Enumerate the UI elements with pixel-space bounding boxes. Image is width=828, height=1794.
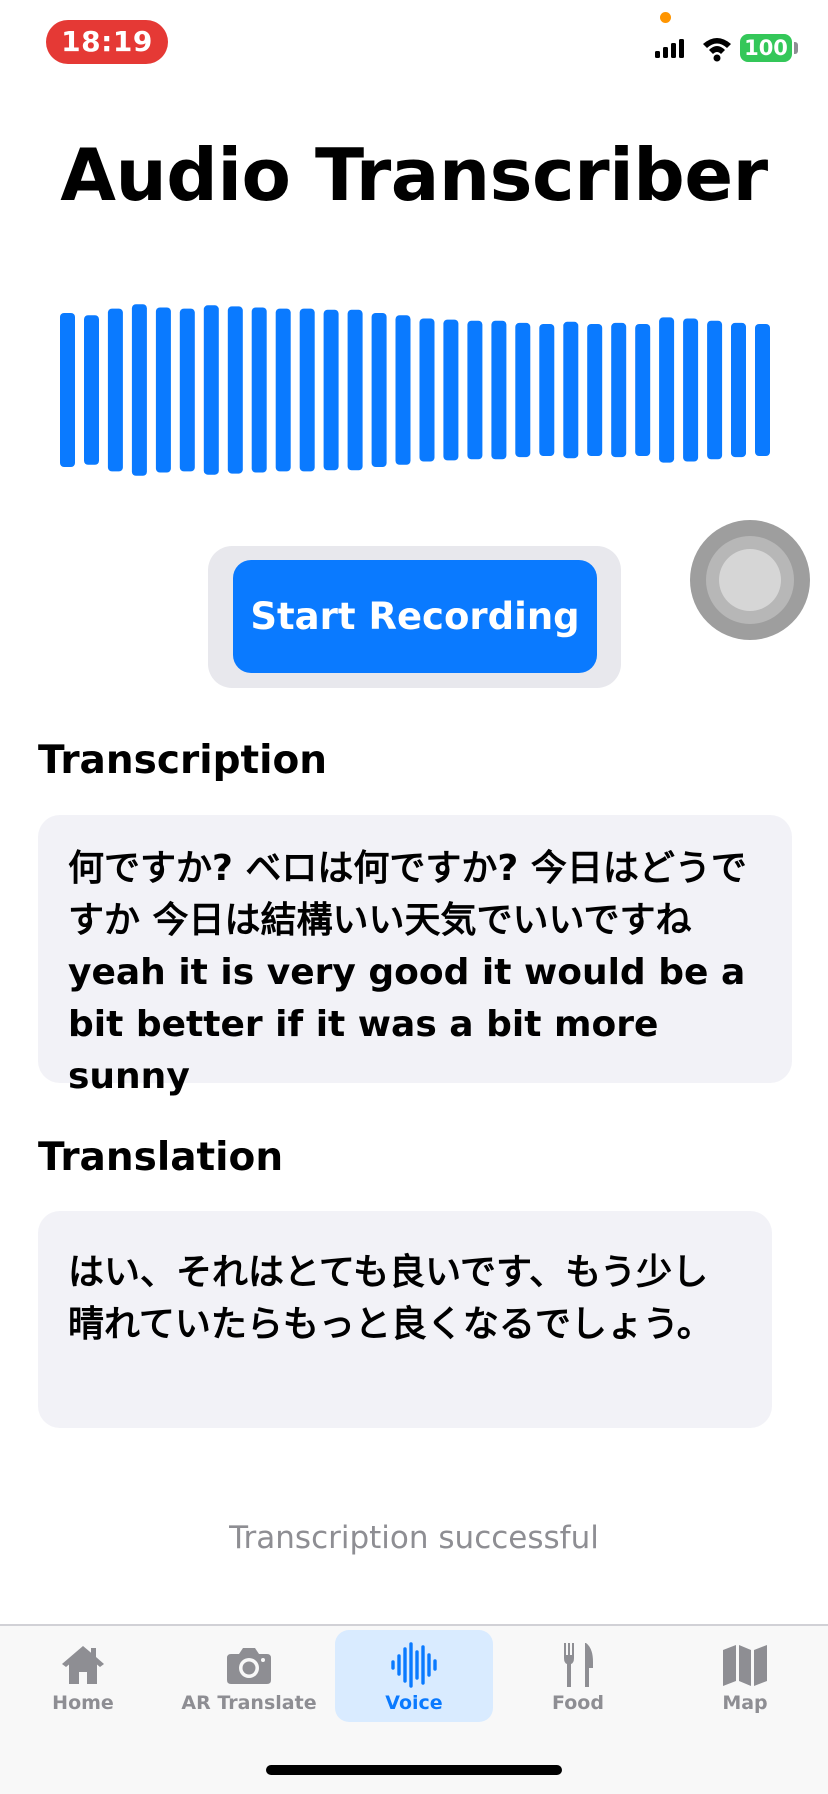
fork-knife-icon — [564, 1643, 593, 1687]
waveform-bar — [635, 324, 651, 456]
waveform-bar — [539, 324, 555, 456]
waveform-bar — [563, 321, 579, 459]
page-title: Audio Transcriber — [60, 133, 768, 217]
translation-text-box[interactable]: はい、それはとても良いです、もう少し晴れていたらもっと良くなるでしょう。 — [38, 1211, 772, 1428]
waveform-bar — [611, 322, 627, 458]
waveform-bar — [323, 309, 339, 471]
waveform-bar — [227, 306, 243, 474]
waveform-bar — [131, 304, 147, 476]
waveform-bar — [395, 315, 411, 465]
assistive-touch-core — [719, 549, 781, 611]
transcription-text: 何ですか? ベロは何ですか? 今日はどうですか 今日は結構いい天気でいいですね … — [68, 848, 747, 1097]
status-time[interactable]: 18:19 — [46, 20, 168, 64]
tab-label: Voice — [385, 1692, 443, 1714]
tab-food[interactable]: Food — [499, 1630, 657, 1722]
tab-ar-translate[interactable]: AR Translate — [170, 1630, 328, 1722]
map-icon — [723, 1645, 767, 1686]
audio-waveform — [60, 304, 770, 476]
house-icon — [62, 1646, 104, 1684]
waveform-bar — [707, 320, 723, 460]
waveform-bar — [107, 308, 123, 472]
waveform-icon — [391, 1642, 437, 1688]
tab-label: Home — [52, 1692, 114, 1714]
tab-map[interactable]: Map — [666, 1630, 824, 1722]
waveform-bar — [515, 322, 531, 458]
transcription-text-box[interactable]: 何ですか? ベロは何ですか? 今日はどうですか 今日は結構いい天気でいいですね … — [38, 815, 792, 1097]
battery-cap — [794, 42, 798, 54]
waveform-bar — [659, 317, 675, 463]
waveform-bar — [299, 308, 315, 472]
waveform-bar — [371, 313, 387, 467]
waveform-bar — [203, 305, 219, 475]
translation-text: はい、それはとても良いです、もう少し晴れていたらもっと良くなるでしょう。 — [68, 1252, 713, 1345]
tab-home[interactable]: Home — [4, 1630, 162, 1722]
waveform-bar — [84, 315, 99, 465]
waveform-bar — [443, 319, 459, 461]
transcription-heading: Transcription — [38, 738, 328, 783]
waveform-bar — [179, 308, 195, 472]
tab-label: AR Translate — [181, 1692, 317, 1714]
battery-level: 100 — [740, 34, 792, 62]
waveform-bar — [347, 309, 363, 471]
waveform-bar — [275, 308, 291, 472]
waveform-bar — [683, 318, 699, 462]
tab-voice[interactable]: Voice — [335, 1630, 493, 1722]
camera-icon — [227, 1648, 271, 1684]
waveform-bar — [60, 313, 75, 467]
waveform-bar — [491, 320, 507, 460]
assistive-touch-ring — [706, 536, 794, 624]
waveform-bar — [419, 318, 435, 462]
cellular-signal-icon — [655, 39, 684, 61]
waveform-bar — [755, 324, 770, 456]
status-message: Transcription successful — [229, 1520, 599, 1556]
tab-label: Food — [552, 1692, 604, 1714]
status-bar: 18:19 100 — [0, 0, 828, 88]
home-indicator[interactable] — [266, 1765, 562, 1775]
waveform-bar — [251, 307, 267, 473]
start-recording-button[interactable]: Start Recording — [233, 560, 597, 673]
wifi-icon — [703, 38, 731, 62]
translation-heading: Translation — [38, 1135, 284, 1180]
assistive-touch-button[interactable] — [690, 520, 810, 640]
waveform-bar — [587, 324, 603, 456]
waveform-bar — [731, 322, 746, 458]
waveform-bar — [155, 307, 171, 473]
waveform-bar — [467, 320, 483, 460]
privacy-indicator-dot — [660, 12, 671, 23]
tab-label: Map — [722, 1692, 768, 1714]
